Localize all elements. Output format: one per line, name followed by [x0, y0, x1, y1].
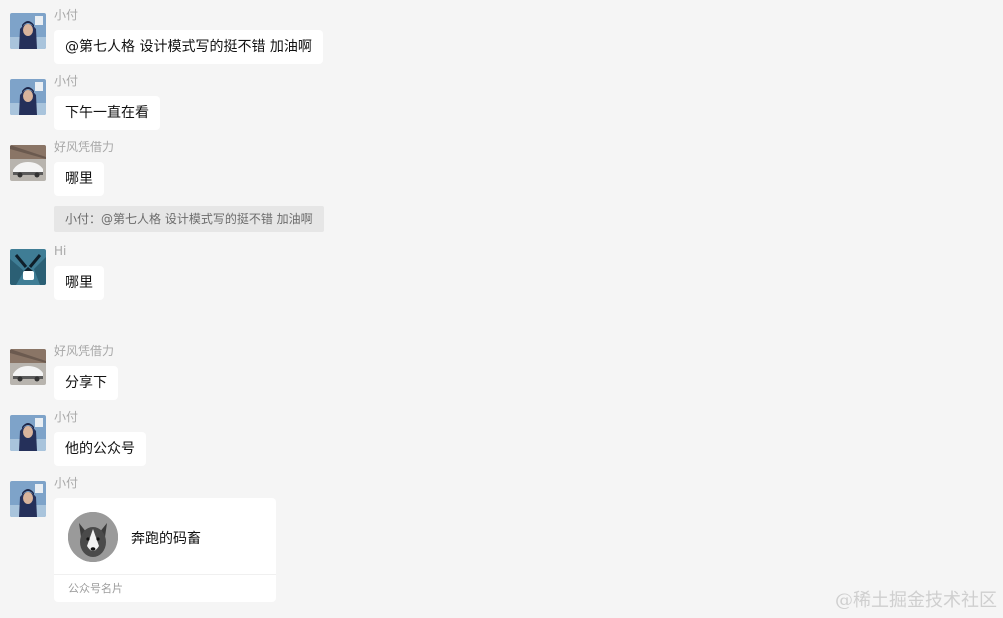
sender-name: 好风凭借力	[54, 344, 115, 358]
message-bubble[interactable]: 他的公众号	[54, 432, 146, 466]
sender-avatar[interactable]	[10, 13, 46, 49]
message-bubble[interactable]: @第七人格 设计模式写的挺不错 加油啊	[54, 30, 323, 64]
sender-avatar[interactable]	[10, 79, 46, 115]
sender-name: 小付	[54, 8, 79, 22]
message-bubble[interactable]: 哪里	[54, 266, 104, 300]
message-bubble[interactable]: 哪里	[54, 162, 104, 196]
sender-name: 小付	[54, 476, 79, 490]
sender-avatar[interactable]	[10, 249, 46, 285]
watermark: @稀土掘金技术社区	[835, 590, 997, 611]
card-type-label: 公众号名片	[68, 582, 123, 595]
sender-avatar[interactable]	[10, 145, 46, 181]
account-name: 奔跑的码畜	[131, 531, 201, 547]
sender-name: 好风凭借力	[54, 140, 115, 154]
sender-avatar[interactable]	[10, 349, 46, 385]
sender-avatar[interactable]	[10, 415, 46, 451]
sender-name: Hi	[54, 244, 67, 258]
sender-name: 小付	[54, 74, 79, 88]
message-bubble[interactable]: 分享下	[54, 366, 118, 400]
quoted-message[interactable]: 小付：@第七人格 设计模式写的挺不错 加油啊	[54, 206, 324, 232]
chat-message-list[interactable]: 小付 @第七人格 设计模式写的挺不错 加油啊 小付 下午一直在看 好风凭借力 哪…	[0, 0, 1003, 618]
official-account-card[interactable]: 奔跑的码畜 公众号名片	[54, 498, 276, 602]
sender-name: 小付	[54, 410, 79, 424]
message-bubble[interactable]: 下午一直在看	[54, 96, 160, 130]
card-divider	[54, 574, 276, 575]
sender-avatar[interactable]	[10, 481, 46, 517]
account-avatar	[68, 512, 118, 562]
